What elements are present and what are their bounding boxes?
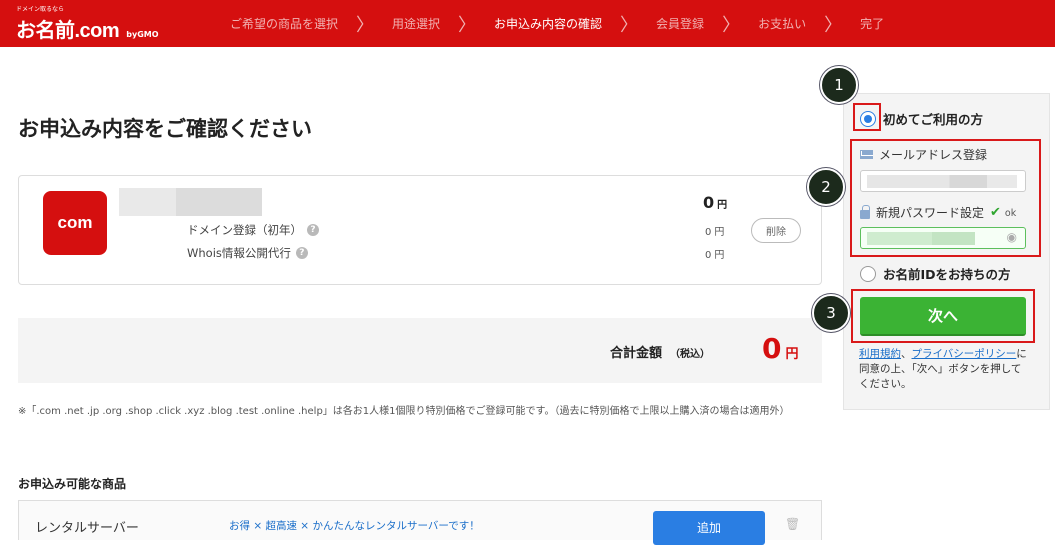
- total-amount: 0円: [762, 332, 799, 365]
- step-badge-1: 1: [820, 66, 858, 104]
- logo-text: お名前.com: [16, 20, 120, 42]
- highlight-box-2: [850, 139, 1041, 257]
- progress-step: 完了: [860, 15, 884, 32]
- first-time-label: 初めてご利用の方: [883, 112, 984, 127]
- onamae-logo[interactable]: ドメイン取るなら お名前.com byGMO: [16, 6, 159, 43]
- progress-step-label: 完了: [860, 17, 885, 31]
- total-label: 合計金額 （税込）: [610, 342, 710, 361]
- has-id-label: お名前IDをお持ちの方: [883, 267, 1011, 282]
- highlight-box-3: [851, 289, 1035, 343]
- step-badge-2: 2: [807, 168, 845, 206]
- delete-button[interactable]: 削除: [751, 218, 801, 243]
- tax-note: （税込）: [670, 349, 711, 360]
- has-id-radio[interactable]: [860, 265, 876, 282]
- chevron-right-icon: 〉: [620, 14, 639, 36]
- progress-step-label: ご希望の商品を選択: [230, 17, 339, 31]
- terms-link[interactable]: 利用規約: [859, 348, 901, 360]
- currency-label: 円: [785, 347, 799, 362]
- privacy-policy-link[interactable]: プライバシーポリシー: [912, 348, 1017, 360]
- currency-label: 円: [714, 227, 725, 238]
- progress-step-label: お支払い: [758, 17, 807, 31]
- available-products-heading: お申込み可能な商品: [18, 477, 127, 491]
- order-item-card: com ドメイン登録（初年） ? Whois情報公開代行 ? 0円 0円 0円 …: [18, 175, 822, 285]
- top-header: ドメイン取るなら お名前.com byGMO ご希望の商品を選択〉用途選択〉お申…: [0, 0, 1055, 47]
- help-icon[interactable]: ?: [295, 247, 308, 259]
- line-price-whois: 0円: [705, 246, 724, 261]
- logo-tagline: ドメイン取るなら: [16, 6, 65, 13]
- currency-label: 円: [717, 200, 728, 211]
- progress-step-label: 会員登録: [656, 17, 705, 31]
- progress-steps: ご希望の商品を選択 〉 用途選択 〉 お申込み内容の確認 〉 会員登録 〉 お支払い 〉 完了: [230, 0, 884, 47]
- chevron-right-icon: 〉: [824, 14, 843, 36]
- price-value: 0: [705, 227, 712, 238]
- price-value: 0: [705, 250, 712, 261]
- progress-step: 用途選択 〉: [392, 11, 494, 37]
- currency-label: 円: [714, 250, 725, 261]
- rental-server-row: レンタルサーバー お得 × 超高速 × かんたんなレンタルサーバーです！ 追加 …: [18, 500, 822, 545]
- com-domain-icon: com: [43, 191, 107, 255]
- line-item-domain: ドメイン登録（初年） ?: [187, 222, 319, 238]
- progress-step-label: お申込み内容の確認: [494, 17, 603, 31]
- help-icon[interactable]: ?: [307, 224, 319, 236]
- trash-icon[interactable]: 🗑: [785, 517, 800, 531]
- domain-name-redacted: [119, 188, 262, 216]
- line-item-label: ドメイン登録（初年）: [187, 223, 302, 237]
- line-item-label: Whois情報公開代行: [187, 246, 291, 260]
- has-id-option[interactable]: お名前IDをお持ちの方: [860, 264, 1011, 283]
- progress-step-label: 用途選択: [392, 17, 441, 31]
- total-amount-value: 0: [762, 332, 782, 365]
- page-title: お申込み内容をご確認ください: [18, 117, 312, 141]
- line-price-domain: 0円: [705, 223, 724, 238]
- total-bar: 合計金額 （税込） 0円: [18, 318, 822, 383]
- add-button[interactable]: 追加: [653, 511, 765, 545]
- chevron-right-icon: 〉: [458, 14, 477, 36]
- item-total-price: 0円: [703, 193, 727, 212]
- terms-text: 利用規約、プライバシーポリシーに同意の上、「次へ」ボタンを押してください。: [859, 347, 1031, 392]
- total-label-text: 合計金額: [610, 346, 663, 361]
- step-badge-3: 3: [812, 294, 850, 332]
- highlight-box-1: [853, 103, 881, 131]
- chevron-right-icon: 〉: [722, 14, 741, 36]
- progress-step: お申込み内容の確認 〉: [494, 11, 656, 37]
- progress-step: ご希望の商品を選択 〉: [230, 11, 392, 37]
- line-item-whois: Whois情報公開代行 ?: [187, 245, 308, 261]
- progress-step: お支払い 〉: [758, 11, 860, 37]
- price-value: 0: [703, 193, 715, 212]
- progress-step: 会員登録 〉: [656, 11, 758, 37]
- rental-server-name: レンタルサーバー: [35, 521, 139, 536]
- special-price-note: ※「.com .net .jp .org .shop .click .xyz .…: [18, 406, 790, 417]
- terms-sep: 、: [901, 348, 912, 360]
- chevron-right-icon: 〉: [356, 14, 375, 36]
- logo-gmo: byGMO: [126, 30, 159, 39]
